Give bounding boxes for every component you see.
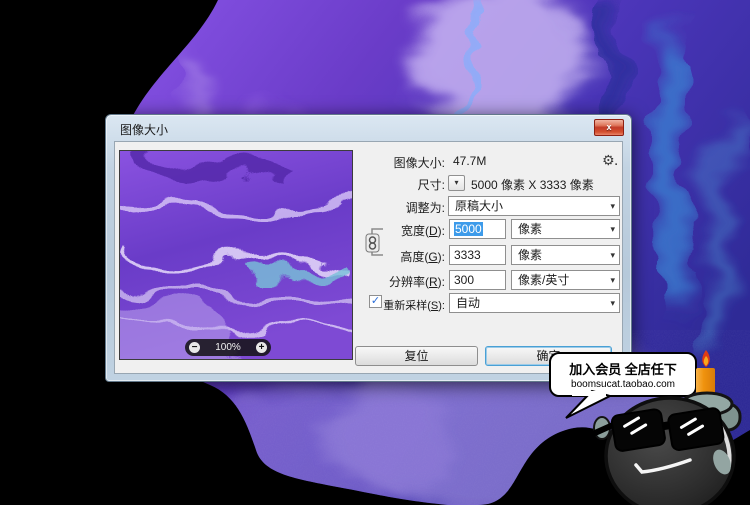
resample-dropdown[interactable]: 自动 ▾ [449, 293, 620, 313]
resolution-label: 分辨率(R): [388, 275, 445, 289]
resolution-unit-dropdown[interactable]: 像素/英寸 ▾ [511, 270, 620, 290]
resample-label: 重新采样(S): [383, 300, 445, 312]
width-label: 宽度(D): [400, 224, 445, 238]
dimensions-label: 尺寸: [417, 178, 445, 192]
preview-zoom-control: − 100% + [185, 339, 271, 356]
reset-button[interactable]: 复位 [355, 346, 478, 366]
chevron-down-icon: ▾ [610, 224, 615, 234]
chevron-down-icon: ▾ [610, 298, 615, 308]
dimensions-value: 5000 像素 X 3333 像素 [471, 178, 594, 192]
dialog-content: − 100% + 图像大小: 47.7M ⚙. 尺寸: ▾ 5000 像素 X … [114, 141, 623, 374]
fit-to-dropdown[interactable]: 原稿大小 ▾ [448, 196, 620, 216]
close-icon: x [606, 122, 612, 132]
width-input[interactable]: 5000 [449, 219, 506, 239]
plus-icon: + [258, 342, 265, 353]
gear-icon[interactable]: ⚙. [602, 152, 618, 169]
zoom-in-button[interactable]: + [255, 342, 267, 353]
height-unit-dropdown[interactable]: 像素 ▾ [511, 245, 620, 265]
chevron-down-icon: ▾ [610, 201, 615, 211]
chevron-down-icon: ▾ [610, 250, 615, 260]
height-input[interactable]: 3333 [449, 245, 506, 265]
height-label: 高度(G): [400, 250, 445, 264]
zoom-out-button[interactable]: − [189, 342, 200, 353]
bomb-mascot[interactable] [580, 348, 750, 505]
fit-to-label: 调整为: [405, 201, 445, 215]
minus-icon: − [191, 342, 198, 353]
chevron-down-icon: ▾ [454, 178, 459, 187]
close-button[interactable]: x [594, 119, 624, 136]
resolution-input[interactable]: 300 [449, 270, 506, 290]
dimensions-unit-button[interactable]: ▾ [448, 175, 465, 191]
chevron-down-icon: ▾ [610, 275, 615, 285]
screenshot-root: { "window": { "title": "图像大小" }, "dialog… [0, 0, 750, 505]
image-size-value: 47.7M [453, 154, 487, 168]
dialog-title: 图像大小 [120, 123, 169, 137]
gear-menu-dot: . [614, 156, 618, 168]
image-size-label: 图像大小: [393, 156, 445, 170]
image-size-dialog: 图像大小 x − 100% + 图像大小: 47.7M ⚙. 尺寸: ▾ 500… [105, 114, 632, 382]
speech-bubble-tail-joint [572, 391, 606, 396]
zoom-level: 100% [215, 342, 241, 353]
width-unit-dropdown[interactable]: 像素 ▾ [511, 219, 620, 239]
dialog-titlebar[interactable]: 图像大小 x [106, 115, 631, 141]
